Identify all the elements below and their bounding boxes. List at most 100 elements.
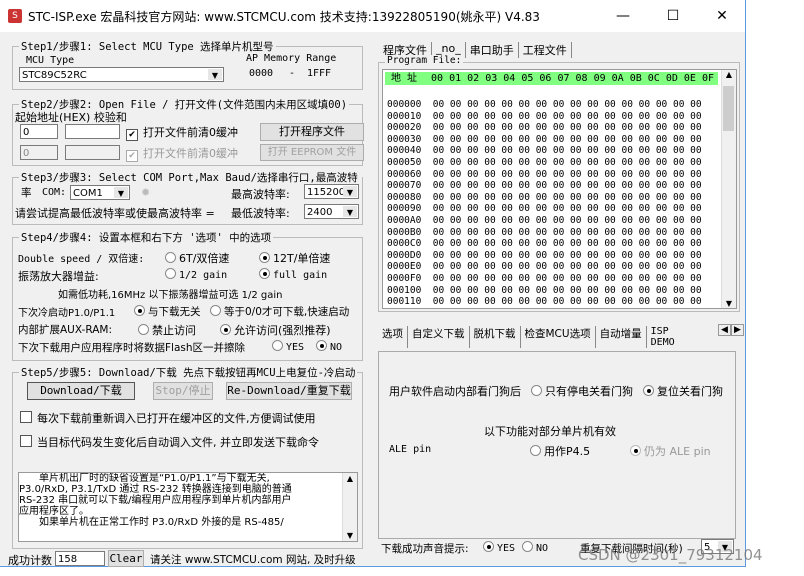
hex-scrollbar[interactable]: ▲ ▼ [721,70,736,308]
com-port-value: COM1 [73,188,103,199]
hex-row: 0000A0 00 00 00 00 00 00 00 00 00 00 00 … [387,215,702,226]
min-baud-label: 最低波特率: [231,207,290,220]
hex-row: 0000B0 00 00 00 00 00 00 00 00 00 00 00 … [387,226,702,238]
radio-half-gain[interactable]: 1/2 gain [165,268,227,281]
open-program-file-button[interactable]: 打开程序文件 [260,123,364,141]
tab-offline-download[interactable]: 脱机下载 [470,326,521,348]
hex-row: 000070 00 00 00 00 00 00 00 00 00 00 00 … [387,180,702,192]
radio-equal-zero[interactable]: 等于0/0才可下载,快速启动 [210,304,349,319]
radio-watchdog-power[interactable]: 只有停电关看门狗 [531,383,633,399]
chevron-down-icon: ▼ [343,206,357,217]
minimize-button[interactable]: — [600,0,646,32]
start-address-label: 起始地址(HEX) 校验和 [15,111,127,124]
hex-viewer[interactable]: 地 址 00 01 02 03 04 05 06 07 08 09 0A 0B 0… [382,69,737,309]
radio-p45-label: 用作P4.5 [544,445,591,458]
hex-header: 地 址 00 01 02 03 04 05 06 07 08 09 0A 0B 0… [385,72,718,85]
step5-legend: Step5/步骤5: Download/下载 先点下载按钮再MCU上电复位-冷启… [19,365,358,380]
tab-options[interactable]: 选项 [378,326,408,348]
hex-row: 000030 00 00 00 00 00 00 00 00 00 00 00 … [387,133,702,145]
radio-allow[interactable]: 允许访问(强烈推荐) [220,322,331,338]
success-count-field[interactable]: 158 [55,551,105,566]
checksum-field[interactable] [65,124,120,139]
radio-ale-pin[interactable]: 仍为 ALE pin [630,443,711,459]
clear-buffer-label: 打开文件前清0缓冲 [143,126,238,139]
hex-row: 000020 00 00 00 00 00 00 00 00 00 00 00 … [387,122,702,134]
radio-sound-yes[interactable]: YES [483,541,515,554]
eeprom-checksum-field[interactable] [65,145,120,160]
radio-half-gain-label: 1/2 gain [179,270,228,281]
radio-erase-yes[interactable]: YES [272,340,304,353]
clear-eeprom-buffer-checkbox[interactable]: ✔ 打开文件前清0缓冲 [126,145,238,162]
radio-unrelated-label: 与下载无关 [148,306,201,318]
redownload-button[interactable]: Re-Download/重复下载 [226,382,352,400]
radio-allow-label: 允许访问(强烈推荐) [234,324,331,337]
maximize-button[interactable]: ☐ [650,0,696,32]
ale-pin-label: ALE pin [389,444,432,455]
radio-erase-no[interactable]: NO [316,340,342,353]
radio-full-gain-label: full gain [273,270,328,281]
radio-12t-label: 12T/单倍速 [273,252,331,265]
hex-row: 000040 00 00 00 00 00 00 00 00 00 00 00 … [387,145,702,157]
min-baud-select[interactable]: 2400 ▼ [304,204,359,219]
checkbox-checked-icon: ✔ [126,129,138,141]
download-button[interactable]: Download/下载 [27,382,135,400]
gain-label: 振荡放大器增益: [18,270,99,283]
app-icon: S [8,9,22,23]
cold-start-label: 下次冷启动P1.0/P1.1 [18,308,116,319]
sound-label: 下载成功声音提示: [381,543,469,555]
radio-sound-no-label: NO [536,543,549,554]
tab-auto-increment[interactable]: 自动增量 [596,326,647,348]
memo-line: 单片机出厂时的缺省设置是“P1.0/P1.1”与下载无关, [19,473,270,484]
reload-before-download-checkbox[interactable]: 每次下载前重新调入已打开在缓冲区的文件,方便调试使用 [20,410,316,426]
ap-memory-label: AP Memory Range [246,53,337,64]
radio-full-gain[interactable]: full gain [259,268,327,281]
clear-button[interactable]: Clear [108,550,144,567]
step4-legend: Step4/步骤4: 设置本框和右下方 '选项' 中的选项 [19,230,274,245]
radio-6t[interactable]: 6T/双倍速 [165,250,229,266]
radio-12t[interactable]: 12T/单倍速 [259,250,330,266]
max-baud-select[interactable]: 115200 ▼ [304,184,359,199]
tab-scroll-right-icon[interactable]: ▶ [731,324,744,336]
erase-flash-label: 下次下载用户应用程序时将数据Flash区一并擦除 [18,342,246,354]
open-eeprom-file-button[interactable]: 打开 EEPROM 文件 [260,144,364,161]
tab-isp-demo[interactable]: ISP DEMO [647,326,693,348]
tab-project-file[interactable]: 工程文件 [519,42,572,58]
aux-ram-label: 内部扩展AUX-RAM: [18,324,112,336]
mcu-type-select[interactable]: STC89C52RC ▼ [19,67,224,82]
eeprom-address-input[interactable]: 0 [20,145,58,160]
radio-sound-no[interactable]: NO [522,541,548,554]
double-speed-label: Double speed / 双倍速: [18,254,145,265]
baud-hint: 请尝试提高最低波特率或使最高波特率 = [15,207,215,220]
radio-forbid[interactable]: 禁止访问 [138,322,196,338]
mcu-type-label: MCU Type [26,55,75,66]
tab-custom-download[interactable]: 自定义下载 [408,326,470,348]
hex-row: 0000E0 00 00 00 00 00 00 00 00 00 00 00 … [387,261,702,273]
close-button[interactable]: ✕ [699,0,745,32]
radio-unrelated[interactable]: 与下载无关 [134,304,201,319]
max-baud-label: 最高波特率: [231,188,290,201]
radio-watchdog-reset[interactable]: 复位关看门狗 [643,383,723,399]
hex-row: 000060 00 00 00 00 00 00 00 00 00 00 00 … [387,168,702,180]
tab-check-mcu-options[interactable]: 检查MCU选项 [521,326,596,348]
com-port-select[interactable]: COM1 ▼ [70,185,130,200]
watchdog-label: 用户软件启动内部看门狗后 [389,385,521,398]
stop-button[interactable]: Stop/停止 [153,382,213,400]
tab-scroll-left-icon[interactable]: ◀ [718,324,731,336]
radio-sound-yes-label: YES [497,543,516,554]
radio-p45[interactable]: 用作P4.5 [530,443,590,459]
gain-note: 如需低功耗,16MHz 以下振荡器增益可选 1/2 gain [58,290,283,301]
ap-end: 1FFF [307,68,332,79]
chevron-down-icon: ▼ [208,69,222,80]
ap-start: 0000 [249,68,274,79]
hex-row: 000090 00 00 00 00 00 00 00 00 00 00 00 … [387,203,702,215]
hex-address-header: 地 址 [391,73,418,84]
memo-scrollbar[interactable]: ▲ ▼ [342,473,357,541]
auto-reload-checkbox[interactable]: 当目标代码发生变化后自动调入文件, 并立即发送下载命令 [20,434,319,450]
start-address-input[interactable]: 0 [20,124,58,139]
tab-serial-assistant[interactable]: 串口助手 [466,42,519,58]
info-memo[interactable]: 单片机出厂时的缺省设置是“P1.0/P1.1”与下载无关, P3.0/RxD, … [18,472,358,542]
window-title: STC-ISP.exe 宏晶科技官方网站: www.STCMCU.com 技术支… [28,9,540,24]
clear-buffer-checkbox[interactable]: ✔ 打开文件前清0缓冲 [126,124,238,141]
partial-note: 以下功能对部分单片机有效 [484,425,616,438]
step1-legend: Step1/步骤1: Select MCU Type 选择单片机型号 [19,39,276,54]
